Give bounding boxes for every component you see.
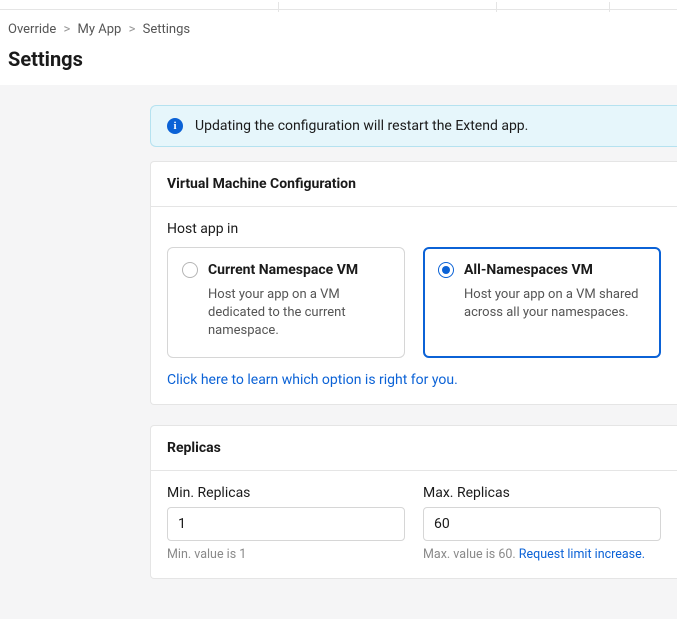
radio-description: Host your app on a VM shared across all … [438,286,646,322]
host-app-label: Host app in [167,221,661,237]
top-tab-strip [0,0,677,10]
info-banner-text: Updating the configuration will restart … [195,118,528,134]
content-region: i Updating the configuration will restar… [0,85,677,619]
radio-title: All-Namespaces VM [464,262,593,278]
min-replicas-field: Min. Replicas Min. value is 1 [167,485,405,562]
breadcrumb-item: Settings [143,22,190,37]
vm-config-card: Virtual Machine Configuration Host app i… [150,161,677,405]
input-label: Max. Replicas [423,485,661,501]
radio-description: Host your app on a VM dedicated to the c… [182,286,390,341]
info-icon: i [167,118,183,134]
radio-icon [182,262,198,278]
helper-text: Min. value is 1 [167,547,405,562]
page-title: Settings [8,47,669,71]
max-replicas-input[interactable] [423,507,661,541]
vm-option-group: Current Namespace VM Host your app on a … [167,247,661,358]
breadcrumb: Override > My App > Settings [8,22,669,37]
info-banner: i Updating the configuration will restar… [150,105,677,147]
page-header: Override > My App > Settings Settings [0,10,677,85]
helper-text: Max. value is 60. Request limit increase… [423,547,661,562]
radio-title: Current Namespace VM [208,262,358,278]
breadcrumb-item[interactable]: Override [8,22,56,37]
vm-option-all-namespaces[interactable]: All-Namespaces VM Host your app on a VM … [423,247,661,358]
radio-icon [438,262,454,278]
breadcrumb-item[interactable]: My App [78,22,122,37]
chevron-right-icon: > [129,22,136,37]
card-title: Virtual Machine Configuration [151,162,677,207]
chevron-right-icon: > [63,22,70,37]
card-title: Replicas [151,426,677,471]
helper-prefix: Max. value is 60. [423,547,519,562]
replicas-card: Replicas Min. Replicas Min. value is 1 M… [150,425,677,579]
request-limit-link[interactable]: Request limit increase. [519,547,645,562]
vm-option-current-namespace[interactable]: Current Namespace VM Host your app on a … [167,247,405,358]
input-label: Min. Replicas [167,485,405,501]
learn-more-link[interactable]: Click here to learn which option is righ… [167,372,458,388]
min-replicas-input[interactable] [167,507,405,541]
max-replicas-field: Max. Replicas Max. value is 60. Request … [423,485,661,562]
